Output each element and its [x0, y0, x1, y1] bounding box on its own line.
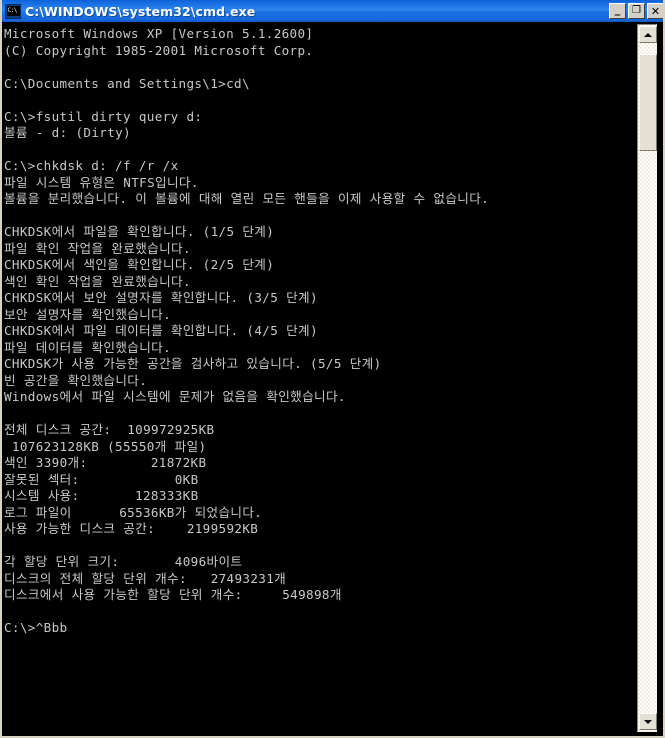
console-line: C:\>chkdsk d: /f /r /x: [4, 158, 179, 173]
scroll-thumb[interactable]: [639, 54, 657, 151]
console-line: 파일 확인 작업을 완료했습니다.: [4, 240, 191, 256]
console-line: 볼륨을 분리했습니다. 이 볼륨에 대해 열린 모든 핸들을 이제 사용할 수 …: [4, 191, 490, 206]
console-icon-glyph: C:\: [6, 6, 20, 16]
console-output[interactable]: Microsoft Windows XP [Version 5.1.2600](…: [2, 22, 635, 736]
console-line: Microsoft Windows XP [Version 5.1.2600]: [4, 26, 314, 41]
cmd-window: C:\ C:\WINDOWS\system32\cmd.exe _ ❐ ✕ Mi…: [0, 0, 665, 738]
console-line: 시스템 사용: 128333KB: [4, 488, 199, 503]
console-line: 사용 가능한 디스크 공간: 2199592KB: [4, 521, 259, 536]
title-bar[interactable]: C:\ C:\WINDOWS\system32\cmd.exe _ ❐ ✕: [2, 0, 663, 22]
console-line: 빈 공간을 확인했습니다.: [4, 372, 148, 388]
console-line: C:\Documents and Settings\1>cd\: [4, 75, 250, 91]
window-controls: _ ❐ ✕: [609, 3, 663, 19]
console-line: CHKDSK에서 색인을 확인합니다. (2/5 단계): [4, 257, 275, 272]
console-line: CHKDSK에서 파일 데이터를 확인합니다. (4/5 단계): [4, 323, 318, 338]
scroll-down-arrow[interactable]: [639, 713, 657, 730]
console-line: 파일 데이터를 확인했습니다.: [4, 339, 172, 355]
console-icon[interactable]: C:\: [5, 3, 21, 19]
console-line: 색인 확인 작업을 완료했습니다.: [4, 273, 191, 289]
console-line: 볼륨 - d: (Dirty): [4, 125, 131, 140]
console-line: 디스크의 전체 할당 단위 개수: 27493231개: [4, 570, 287, 586]
console-line: C:\>fsutil dirty query d:: [4, 108, 203, 124]
chevron-up-icon: [644, 32, 652, 37]
window-title: C:\WINDOWS\system32\cmd.exe: [25, 3, 256, 19]
scroll-up-arrow[interactable]: [639, 26, 657, 43]
console-line: 107623128KB (55550개 파일): [4, 438, 207, 454]
console-line: 잘못된 섹터: 0KB: [4, 471, 199, 487]
console-line: 보안 설명자를 확인했습니다.: [4, 306, 172, 322]
console-line: 전체 디스크 공간: 109972925KB: [4, 422, 215, 437]
console-line: C:\>^Bbb: [4, 620, 68, 635]
console-line: Windows에서 파일 시스템에 문제가 없음을 확인했습니다.: [4, 389, 346, 404]
console-line: 각 할당 단위 크기: 4096바이트: [4, 554, 243, 569]
console-line: 색인 3390개: 21872KB: [4, 455, 207, 470]
close-button[interactable]: ✕: [647, 3, 663, 19]
minimize-icon: _: [614, 3, 621, 16]
console-line: 로그 파일이 65536KB가 되었습니다.: [4, 504, 263, 520]
console-line: 디스크에서 사용 가능한 할당 단위 개수: 549898개: [4, 587, 342, 602]
minimize-button[interactable]: _: [609, 3, 626, 19]
restore-button[interactable]: ❐: [628, 3, 645, 19]
chevron-down-icon: [644, 719, 652, 724]
vertical-scrollbar[interactable]: [633, 22, 661, 736]
console-line: CHKDSK가 사용 가능한 공간을 검사하고 있습니다. (5/5 단계): [4, 356, 382, 371]
console-line: (C) Copyright 1985-2001 Microsoft Corp.: [4, 42, 314, 58]
scrollbar-track[interactable]: [637, 24, 657, 732]
close-icon: ✕: [650, 5, 661, 18]
console-line: 파일 시스템 유형은 NTFS입니다.: [4, 174, 199, 190]
restore-icon: ❐: [632, 5, 641, 16]
console-line: CHKDSK에서 파일을 확인합니다. (1/5 단계): [4, 224, 275, 239]
console-line: CHKDSK에서 보안 설명자를 확인합니다. (3/5 단계): [4, 290, 318, 305]
